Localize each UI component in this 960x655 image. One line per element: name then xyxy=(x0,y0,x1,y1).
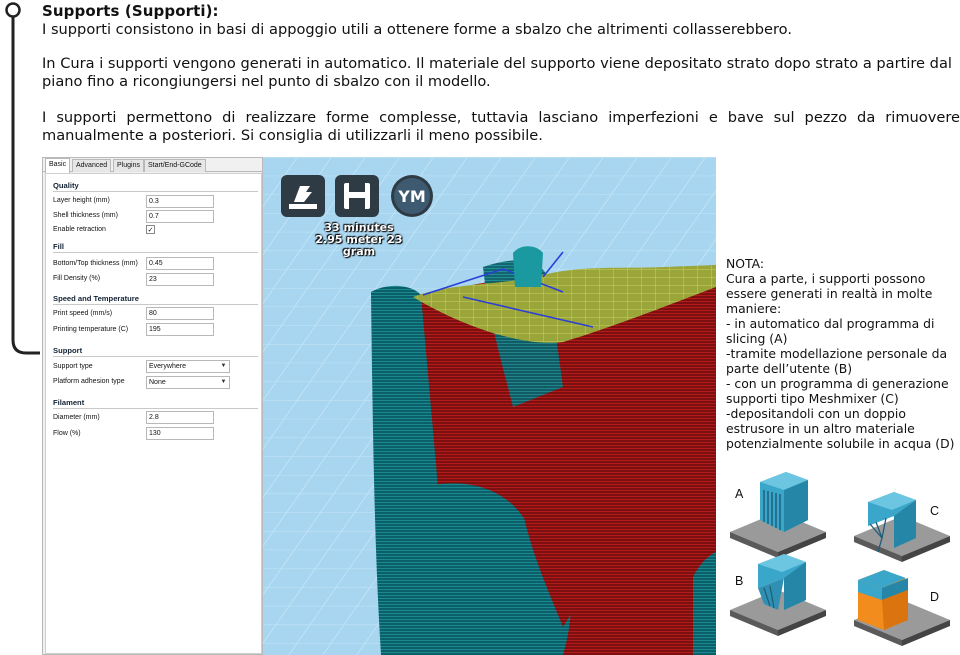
note-box: NOTA: Cura a parte, i supporti possono e… xyxy=(726,256,958,451)
diameter-label: Diameter (mm) xyxy=(53,414,100,421)
settings-tabs: Basic Advanced Plugins Start/End-GCode xyxy=(43,158,264,173)
note-line: potenzialmente solubile in acqua (D) xyxy=(726,436,955,451)
note-line: maniere: xyxy=(726,301,782,316)
section-fill: Fill xyxy=(53,242,64,251)
support-type-label: Support type xyxy=(53,363,93,370)
fill-density-label: Fill Density (%) xyxy=(53,275,101,282)
print-speed-label: Print speed (mm/s) xyxy=(53,310,113,317)
platform-adhesion-value: None xyxy=(149,379,166,386)
enable-retraction-checkbox[interactable]: ✓ xyxy=(146,225,155,234)
youmagine-icon[interactable]: YM xyxy=(389,174,435,218)
tab-basic[interactable]: Basic xyxy=(45,158,71,173)
note-line: NOTA: xyxy=(726,256,765,271)
paragraph-2: In Cura i supporti vengono generati in a… xyxy=(42,55,952,90)
note-line: essere generati in realtà in molte xyxy=(726,286,933,301)
divider xyxy=(53,356,258,357)
print-material: 2.95 meter 23 gram xyxy=(315,233,403,258)
print-speed-input[interactable]: 80 xyxy=(146,307,214,320)
label-a: A xyxy=(735,487,744,501)
divider xyxy=(53,304,258,305)
flow-input[interactable]: 130 xyxy=(146,427,214,440)
printing-temperature-label: Printing temperature (C) xyxy=(53,326,129,333)
section-quality: Quality xyxy=(53,181,79,190)
printing-temperature-input[interactable]: 195 xyxy=(146,323,214,336)
illustration-b xyxy=(730,554,826,636)
paragraph-1: I supporti consistono in basi di appoggi… xyxy=(42,21,792,38)
timeline-bracket xyxy=(5,2,40,355)
note-line: - in automatico dal programma di xyxy=(726,316,935,331)
fill-density-input[interactable]: 23 xyxy=(146,273,214,286)
note-line: estrusore in un altro materiale xyxy=(726,421,915,436)
section-heading: Supports (Supporti): xyxy=(42,2,219,20)
section-filament: Filament xyxy=(53,398,85,407)
bottom-top-thickness-label: Bottom/Top thickness (mm) xyxy=(53,260,138,267)
save-icon[interactable] xyxy=(334,174,380,218)
note-line: slicing (A) xyxy=(726,331,788,346)
flow-label: Flow (%) xyxy=(53,430,81,437)
illustration-d xyxy=(854,570,950,646)
tab-start-end-gcode[interactable]: Start/End-GCode xyxy=(144,159,206,172)
divider xyxy=(53,191,258,192)
support-methods-illustration xyxy=(730,472,950,646)
bottom-top-thickness-input[interactable]: 0.45 xyxy=(146,257,214,270)
platform-adhesion-label: Platform adhesion type xyxy=(53,378,125,385)
support-type-select[interactable]: Everywhere ▼ xyxy=(146,360,230,373)
section-speed-temperature: Speed and Temperature xyxy=(53,294,139,303)
layer-height-input[interactable]: 0.3 xyxy=(146,195,214,208)
label-b: B xyxy=(735,574,744,588)
enable-retraction-label: Enable retraction xyxy=(53,226,106,233)
chevron-down-icon: ▼ xyxy=(220,379,227,385)
chevron-down-icon: ▼ xyxy=(220,363,227,369)
note-line: -tramite modellazione personale da xyxy=(726,346,948,361)
note-line: Cura a parte, i supporti possono xyxy=(726,271,926,286)
label-c: C xyxy=(930,504,940,518)
print-time-estimate: 33 minutes 2.95 meter 23 gram xyxy=(303,222,415,258)
note-line: -depositandoli con un doppio xyxy=(726,406,906,421)
illustration-a xyxy=(730,472,826,558)
label-d: D xyxy=(930,590,940,604)
note-line: parte dell’utente (B) xyxy=(726,361,853,376)
cura-settings-panel: Basic Advanced Plugins Start/End-GCode Q… xyxy=(42,157,264,655)
support-type-value: Everywhere xyxy=(149,363,186,370)
youmagine-label: YM xyxy=(397,187,426,206)
illustration-c xyxy=(854,492,950,562)
tab-advanced[interactable]: Advanced xyxy=(72,159,112,172)
note-line: - con un programma di generazione xyxy=(726,376,949,391)
shell-thickness-input[interactable]: 0.7 xyxy=(146,210,214,223)
divider xyxy=(53,408,258,409)
layer-height-label: Layer height (mm) xyxy=(53,197,110,204)
divider xyxy=(53,252,258,253)
basic-settings-pane: Quality Layer height (mm) 0.3 Shell thic… xyxy=(45,173,262,654)
shell-thickness-label: Shell thickness (mm) xyxy=(53,212,118,219)
tab-plugins[interactable]: Plugins xyxy=(113,159,144,172)
platform-adhesion-select[interactable]: None ▼ xyxy=(146,376,230,389)
paragraph-3: I supporti permettono di realizzare form… xyxy=(42,109,960,144)
load-model-icon[interactable] xyxy=(280,174,326,218)
diameter-input[interactable]: 2.8 xyxy=(146,411,214,424)
note-line: supporti tipo Meshmixer (C) xyxy=(726,391,899,406)
section-support: Support xyxy=(53,346,83,355)
